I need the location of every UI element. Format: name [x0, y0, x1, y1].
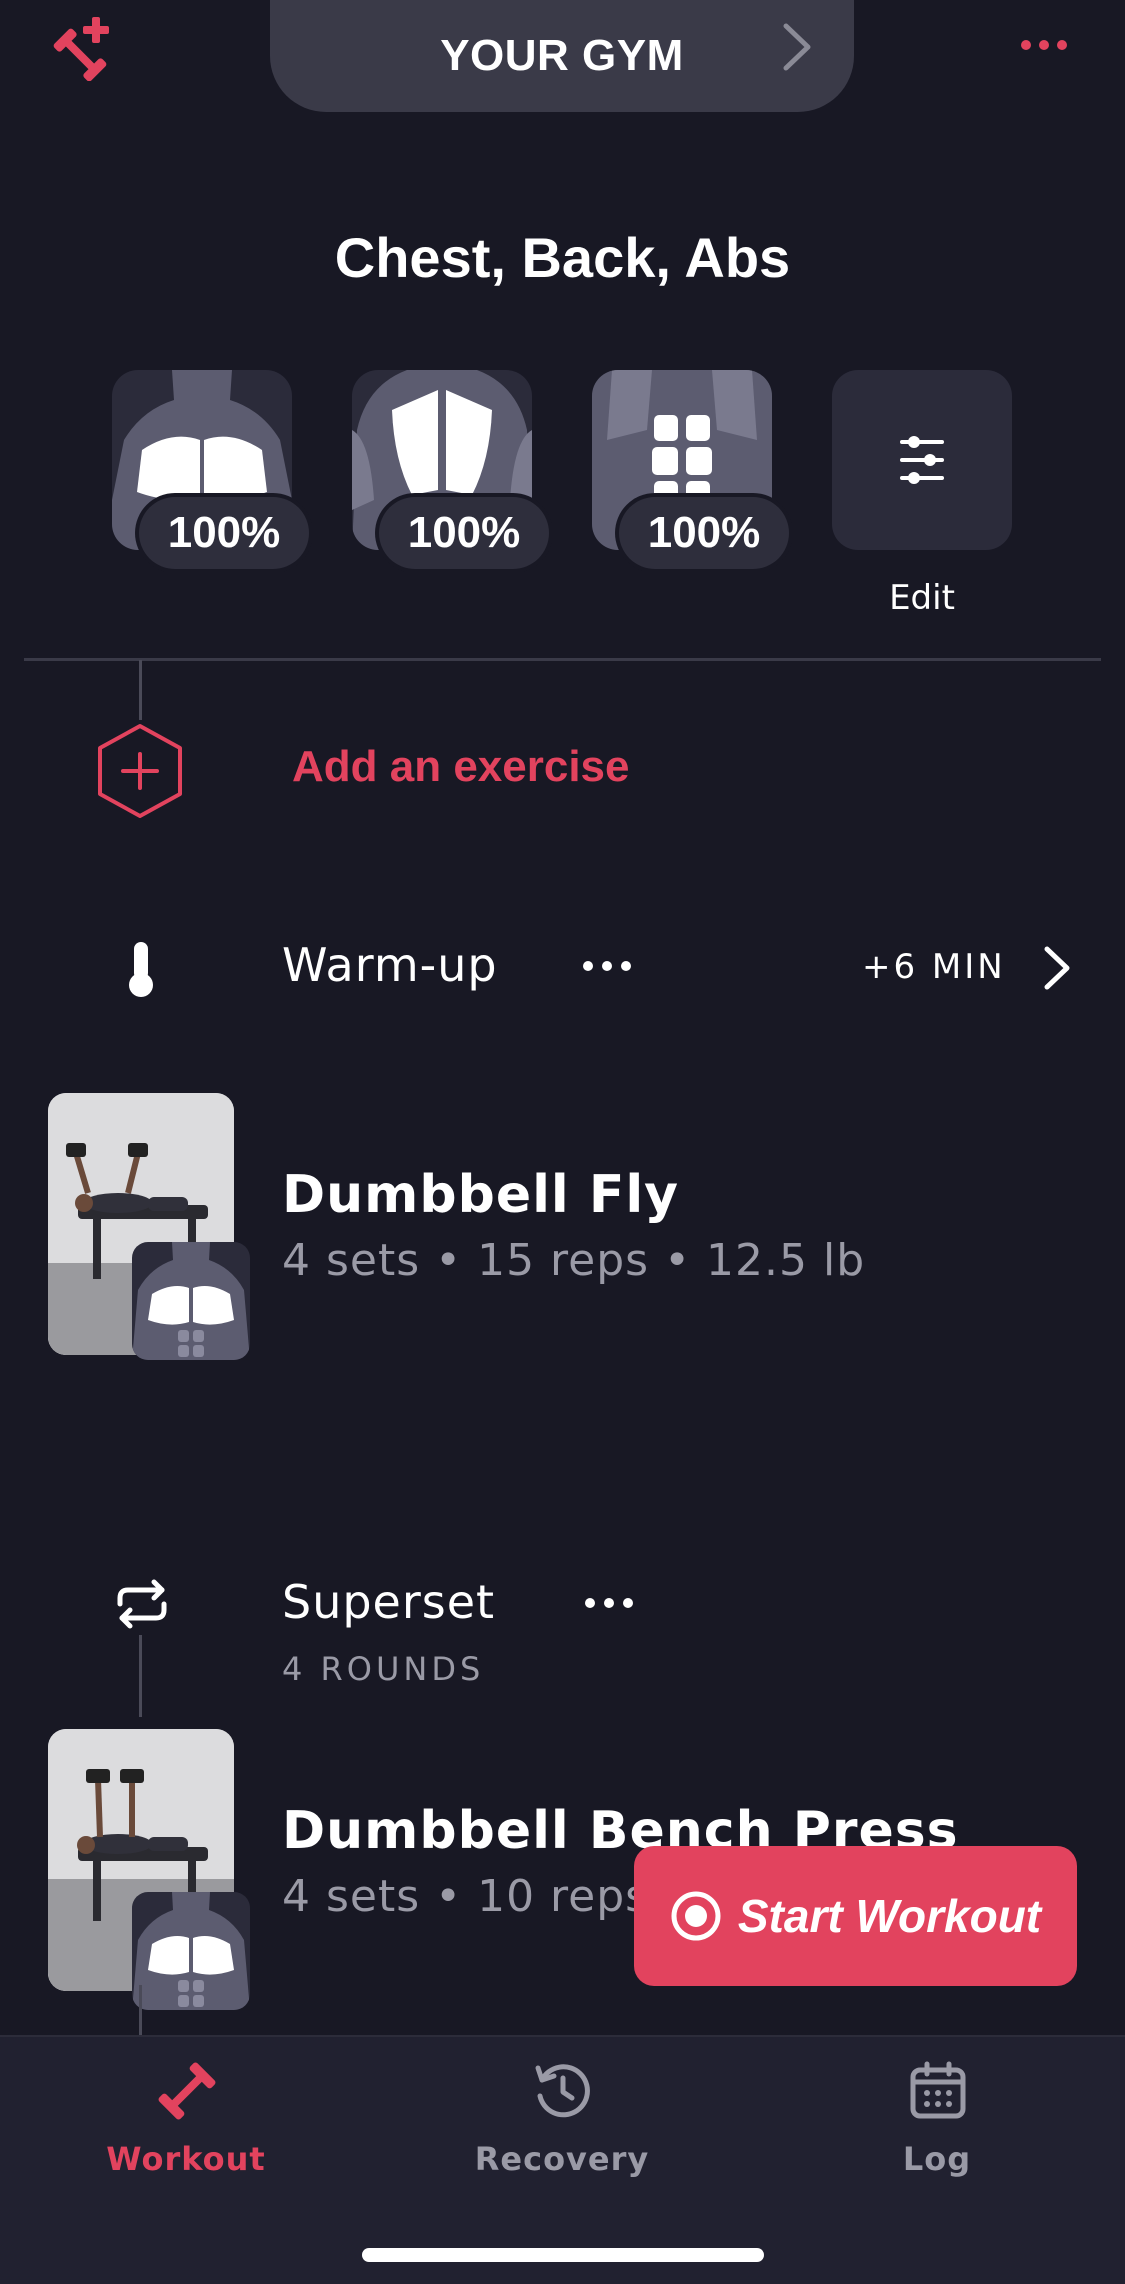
more-dots-icon[interactable] [1020, 30, 1068, 60]
superset-label[interactable]: Superset [282, 1575, 495, 1629]
muscle-percent-abs: 100% [619, 497, 789, 569]
warmup-more-icon[interactable] [582, 958, 632, 974]
add-exercise-hex-icon[interactable] [96, 722, 184, 820]
workout-title: Chest, Back, Abs [334, 226, 791, 289]
start-workout-label: Start Workout [737, 1890, 1042, 1942]
gym-selector[interactable]: YOUR GYM [270, 0, 854, 112]
divider [24, 658, 1101, 661]
add-exercise-button[interactable]: Add an exercise [292, 742, 630, 792]
chest-muscle-icon [132, 1892, 250, 2010]
record-icon [671, 1891, 721, 1941]
chevron-right-icon[interactable] [1042, 945, 1072, 991]
add-dumbbell-icon[interactable] [50, 15, 116, 82]
gym-name: YOUR GYM [440, 31, 684, 80]
edit-muscles-button[interactable] [832, 370, 1012, 550]
muscle-percent-chest: 100% [139, 497, 309, 569]
exercise-muscle-thumb [132, 1892, 250, 2010]
timeline-line [139, 1635, 142, 1717]
edit-label: Edit [889, 578, 955, 618]
timeline-line [139, 660, 142, 720]
thermometer-icon [129, 942, 153, 997]
exercise-meta: 4 sets • 15 reps • 12.5 lb [282, 1235, 866, 1286]
chevron-right-icon [783, 23, 811, 71]
nav-label-recovery: Recovery [474, 2140, 650, 2178]
dumbbell-icon [158, 2062, 216, 2120]
superset-rounds: 4 ROUNDS [282, 1650, 485, 1688]
muscle-percent-back: 100% [379, 497, 549, 569]
exercise-muscle-thumb [132, 1242, 250, 1360]
exercise-meta: 4 sets • 10 reps [282, 1871, 650, 1922]
timeline-line [139, 1985, 142, 2035]
start-workout-button[interactable]: Start Workout [634, 1846, 1077, 1986]
nav-item-workout[interactable]: Workout [56, 2055, 316, 2205]
chest-muscle-icon [132, 1242, 250, 1360]
repeat-icon [117, 1579, 167, 1629]
clock-refresh-icon [535, 2064, 590, 2118]
nav-label-workout: Workout [106, 2140, 266, 2178]
warmup-label[interactable]: Warm-up [282, 938, 498, 992]
nav-label-log: Log [902, 2140, 972, 2178]
sliders-icon [900, 436, 944, 484]
nav-item-recovery[interactable]: Recovery [432, 2055, 692, 2205]
superset-more-icon[interactable] [584, 1595, 634, 1611]
warmup-duration: +6 MIN [862, 947, 1006, 987]
home-indicator[interactable] [362, 2248, 764, 2262]
calendar-icon [910, 2061, 966, 2119]
exercise-name[interactable]: Dumbbell Fly [282, 1165, 679, 1225]
nav-item-log[interactable]: Log [807, 2055, 1067, 2205]
